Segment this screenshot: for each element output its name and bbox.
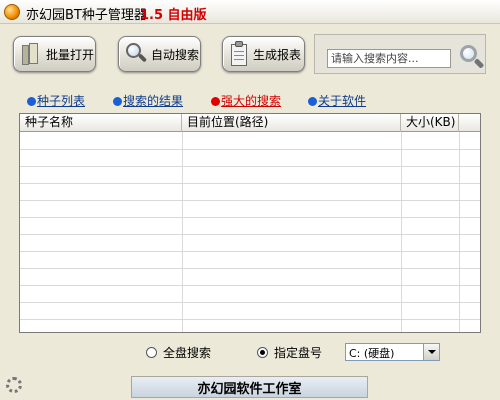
column-header-size[interactable]: 大小(KB) xyxy=(401,114,459,132)
window-version: 1.5 自由版 xyxy=(140,8,207,23)
tab-search-results-label: 搜索的结果 xyxy=(123,94,184,108)
table-row-line xyxy=(20,302,480,303)
window-title: 亦幻园BT种子管理器 xyxy=(26,8,147,23)
column-header-path[interactable]: 目前位置(路径) xyxy=(182,114,401,132)
auto-search-button[interactable]: 自动搜索 xyxy=(118,36,201,72)
tab-seed-list[interactable]: 种子列表 xyxy=(27,92,85,109)
specific-drive-label: 指定盘号 xyxy=(274,346,323,360)
radio-circle xyxy=(146,347,157,358)
magnifier-icon xyxy=(125,42,148,66)
tab-about[interactable]: 关于软件 xyxy=(308,92,366,109)
search-panel xyxy=(314,34,486,74)
book-icon xyxy=(20,42,42,66)
tab-about-label: 关于软件 xyxy=(318,94,367,108)
search-input[interactable] xyxy=(327,49,451,68)
column-header-name[interactable]: 种子名称 xyxy=(20,114,182,132)
red-dot-icon xyxy=(211,97,220,106)
drive-select[interactable]: C: (硬盘) xyxy=(345,343,440,361)
specific-drive-radio[interactable]: 指定盘号 xyxy=(257,344,322,361)
radio-circle-selected xyxy=(257,347,268,358)
table-row-line xyxy=(20,251,480,252)
table-row-line xyxy=(20,217,480,218)
generate-report-label: 生成报表 xyxy=(253,47,302,62)
auto-search-label: 自动搜索 xyxy=(151,47,200,62)
batch-open-label: 批量打开 xyxy=(46,47,95,62)
table-row-line xyxy=(20,200,480,201)
table-row-line xyxy=(20,183,480,184)
generate-report-button[interactable]: 生成报表 xyxy=(222,36,305,72)
table-row-line xyxy=(20,149,480,150)
status-bar: 亦幻园软件工作室 xyxy=(131,376,368,398)
table-row-line xyxy=(20,166,480,167)
tab-seed-list-label: 种子列表 xyxy=(37,94,86,108)
status-text: 亦幻园软件工作室 xyxy=(197,381,302,397)
clipboard-icon xyxy=(229,41,249,67)
table-row-line xyxy=(20,234,480,235)
seed-table[interactable]: 种子名称 目前位置(路径) 大小(KB) xyxy=(19,113,481,333)
blue-dot-icon xyxy=(308,97,317,106)
blue-dot-icon xyxy=(27,97,36,106)
toolbar: 批量打开 自动搜索 生成报表 xyxy=(0,24,500,84)
all-disks-label: 全盘搜索 xyxy=(163,346,212,360)
tab-power-search-label: 强大的搜索 xyxy=(221,94,282,108)
title-bar: 亦幻园BT种子管理器 1.5 自由版 xyxy=(0,0,500,24)
chevron-down-icon[interactable] xyxy=(423,344,439,360)
app-window: 亦幻园BT种子管理器 1.5 自由版 批量打开 自动搜索 生成报表 请输入搜索内… xyxy=(0,0,500,400)
tab-power-search[interactable]: 强大的搜索 xyxy=(211,92,281,109)
table-row-line xyxy=(20,268,480,269)
tab-search-results[interactable]: 搜索的结果 xyxy=(113,92,183,109)
table-header: 种子名称 目前位置(路径) 大小(KB) xyxy=(20,114,480,132)
column-header-extra[interactable] xyxy=(459,114,480,132)
blue-dot-icon xyxy=(113,97,122,106)
batch-open-button[interactable]: 批量打开 xyxy=(13,36,96,72)
table-row-line xyxy=(20,285,480,286)
app-logo-icon xyxy=(4,4,20,20)
search-button[interactable] xyxy=(457,42,485,70)
loading-spinner-icon xyxy=(6,377,22,393)
drive-select-value: C: (硬盘) xyxy=(349,347,395,360)
tab-bar: 种子列表 搜索的结果 强大的搜索 关于软件 xyxy=(0,90,500,108)
all-disks-radio[interactable]: 全盘搜索 xyxy=(146,344,211,361)
table-row-line xyxy=(20,319,480,320)
